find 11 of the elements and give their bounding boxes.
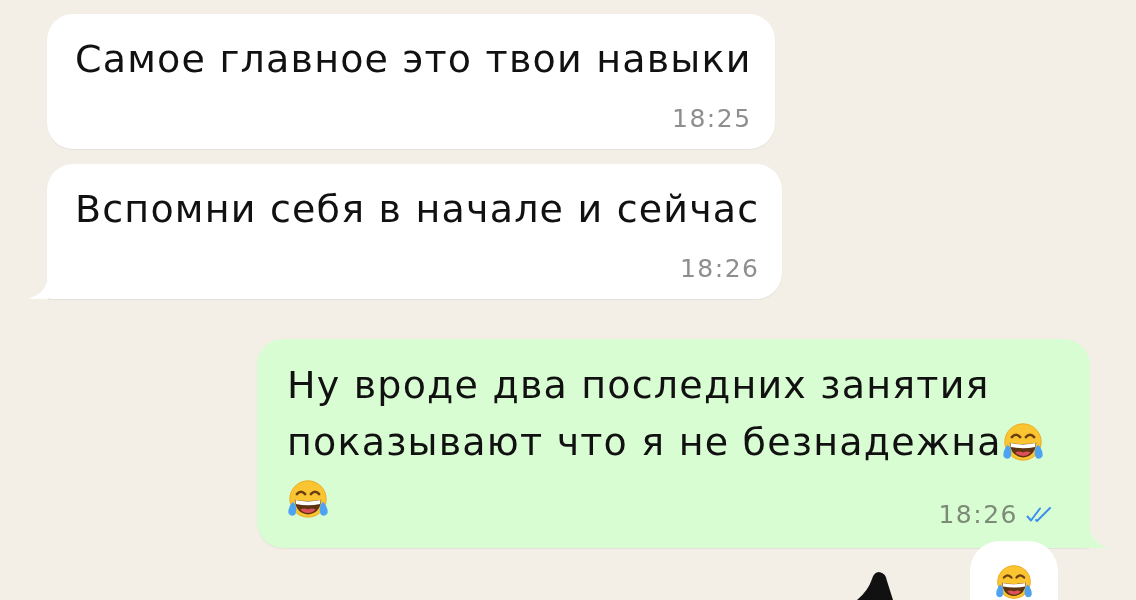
laughing-tears-emoji-icon <box>1001 420 1044 463</box>
laughing-tears-emoji-icon <box>287 477 329 520</box>
message-time: 18:26 <box>938 500 1018 530</box>
message-text: Вспомни себя в начале и сейчас <box>75 187 760 231</box>
curved-mark-icon <box>857 572 893 600</box>
message-time: 18:26 <box>679 254 760 284</box>
message-time: 18:25 <box>672 104 752 134</box>
laughing-tears-emoji-icon <box>995 563 1033 600</box>
reaction-button[interactable] <box>970 541 1058 600</box>
message-text: Самое главное это твои навыки <box>75 37 752 81</box>
message-text: Ну вроде два последних занятия показывают что я не безнадежна <box>287 363 1003 464</box>
